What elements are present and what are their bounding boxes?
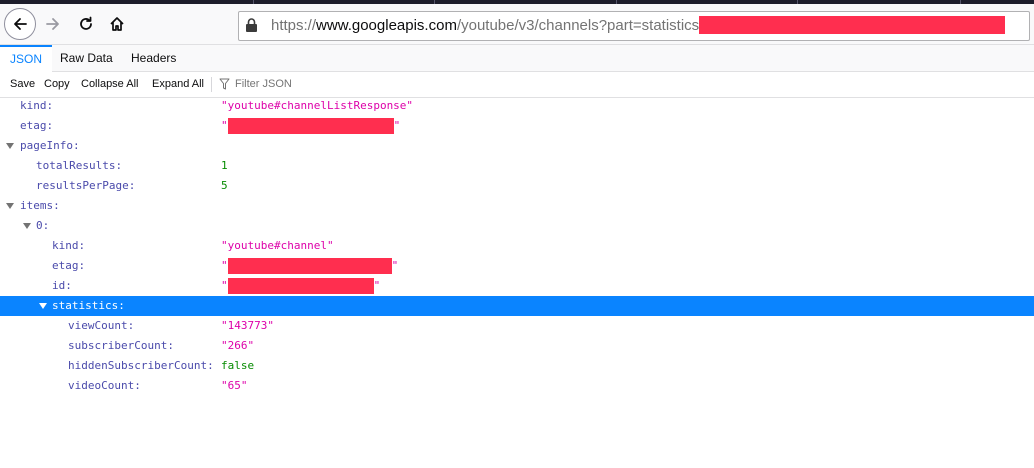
- json-key: kind:: [52, 239, 86, 252]
- json-row-item-kind[interactable]: kind: "youtube#channel": [0, 236, 1034, 256]
- json-value: "youtube#channelListResponse": [221, 99, 414, 112]
- viewer-tabs: JSON Raw Data Headers: [0, 45, 1034, 72]
- navigation-toolbar: https://www.googleapis.com/youtube/v3/ch…: [0, 4, 1034, 45]
- back-button[interactable]: [4, 8, 36, 40]
- json-key: kind:: [20, 99, 54, 112]
- url-prefix: https://: [271, 17, 317, 34]
- twisty-icon[interactable]: [6, 143, 14, 149]
- json-value-redacted: " ": [221, 278, 381, 294]
- json-value-redacted: " ": [221, 118, 401, 134]
- json-row-kind[interactable]: kind: "youtube#channelListResponse": [0, 96, 1034, 116]
- home-button[interactable]: [101, 8, 133, 40]
- json-row-statistics[interactable]: statistics:: [0, 296, 1034, 316]
- json-tree: kind: "youtube#channelListResponse" etag…: [0, 96, 1034, 396]
- json-key: hiddenSubscriberCount:: [68, 359, 214, 372]
- save-button[interactable]: Save: [10, 72, 35, 97]
- json-value: 1: [221, 159, 228, 172]
- redaction-bar: [227, 258, 392, 274]
- json-key: 0:: [36, 219, 50, 232]
- json-row-item-etag[interactable]: etag: " ": [0, 256, 1034, 276]
- json-key: statistics:: [52, 299, 125, 312]
- json-row-hidden-subscriber-count[interactable]: hiddenSubscriberCount: false: [0, 356, 1034, 376]
- json-row-pageinfo[interactable]: pageInfo:: [0, 136, 1034, 156]
- url-redaction: [699, 16, 1005, 34]
- json-row-etag[interactable]: etag: " ": [0, 116, 1034, 136]
- json-value: "65": [221, 379, 248, 392]
- url-text: https://www.googleapis.com/youtube/v3/ch…: [271, 17, 730, 34]
- json-value: 5: [221, 179, 228, 192]
- json-key: viewCount:: [68, 319, 135, 332]
- json-key: pageInfo:: [20, 139, 80, 152]
- json-row-item-id[interactable]: id: " ": [0, 276, 1034, 296]
- json-toolbar: Save Copy Collapse All Expand All: [0, 72, 1034, 98]
- json-value: "143773": [221, 319, 274, 332]
- json-value-redacted: " ": [221, 258, 399, 274]
- collapse-all-button[interactable]: Collapse All: [81, 72, 138, 97]
- json-row-items[interactable]: items:: [0, 196, 1034, 216]
- json-key: totalResults:: [36, 159, 123, 172]
- filter-json-input[interactable]: [232, 75, 438, 93]
- json-key: resultsPerPage:: [36, 179, 136, 192]
- lock-icon: [246, 18, 257, 32]
- json-value: "youtube#channel": [221, 239, 334, 252]
- tab-json[interactable]: JSON: [0, 45, 53, 72]
- json-row-video-count[interactable]: videoCount: "65": [0, 376, 1034, 396]
- home-icon: [110, 17, 124, 31]
- twisty-icon[interactable]: [39, 303, 47, 309]
- json-key: videoCount:: [68, 379, 141, 392]
- json-row-total-results[interactable]: totalResults: 1: [0, 156, 1034, 176]
- twisty-icon[interactable]: [6, 203, 14, 209]
- back-arrow-icon: [14, 18, 27, 30]
- json-row-subscriber-count[interactable]: subscriberCount: "266": [0, 336, 1034, 356]
- url-host: www.googleapis.com: [316, 17, 457, 34]
- redaction-bar: [227, 118, 394, 134]
- reload-icon: [80, 16, 92, 30]
- twisty-icon[interactable]: [23, 223, 31, 229]
- forward-arrow-icon: [46, 18, 59, 30]
- toolbar-divider: [211, 77, 212, 92]
- json-key: id:: [52, 279, 72, 292]
- reload-button[interactable]: [70, 8, 102, 40]
- expand-all-button[interactable]: Expand All: [152, 72, 204, 97]
- url-bar[interactable]: https://www.googleapis.com/youtube/v3/ch…: [238, 11, 1030, 41]
- url-path: /youtube/v3/channels?part=statistics&id=: [456, 17, 730, 34]
- json-key: etag:: [52, 259, 86, 272]
- json-row-view-count[interactable]: viewCount: "143773": [0, 316, 1034, 336]
- json-value: "266": [221, 339, 255, 352]
- forward-button[interactable]: [37, 8, 69, 40]
- json-row-results-per-page[interactable]: resultsPerPage: 5: [0, 176, 1034, 196]
- filter-icon: [219, 78, 230, 90]
- redaction-bar: [227, 278, 374, 294]
- json-value: false: [221, 359, 255, 372]
- json-row-item-0[interactable]: 0:: [0, 216, 1034, 236]
- json-key: items:: [20, 199, 60, 212]
- json-key: subscriberCount:: [68, 339, 174, 352]
- tab-headers[interactable]: Headers: [121, 45, 186, 71]
- tab-raw-data[interactable]: Raw Data: [50, 45, 123, 71]
- copy-button[interactable]: Copy: [44, 72, 70, 97]
- json-key: etag:: [20, 119, 54, 132]
